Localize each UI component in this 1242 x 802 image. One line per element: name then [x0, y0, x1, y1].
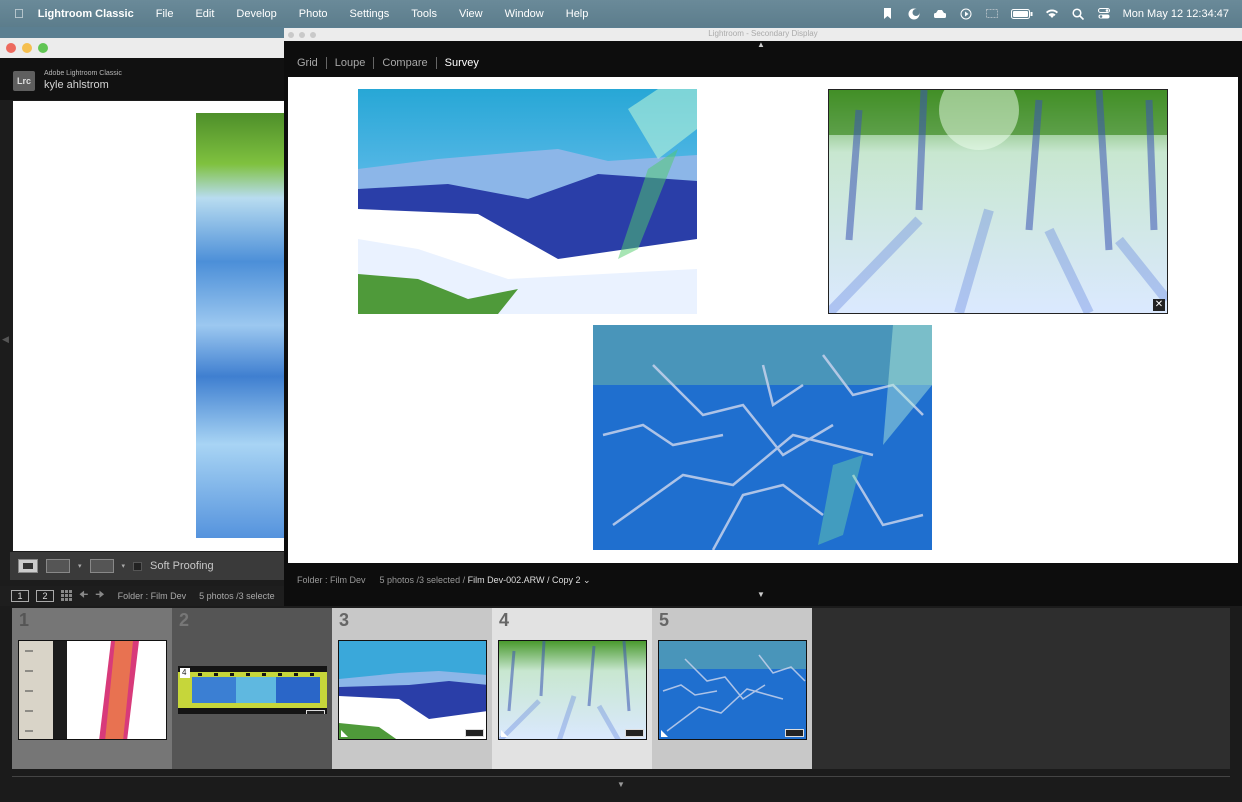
main-window-titlebar	[0, 38, 290, 58]
menubar-clock[interactable]: Mon May 12 12:34:47	[1123, 8, 1229, 20]
secondary-screen-button[interactable]: 2	[36, 590, 54, 602]
cell-index-number: 5	[659, 610, 670, 630]
badge-icon	[625, 729, 644, 737]
view-mode-survey[interactable]: Survey	[435, 57, 487, 69]
menu-tools[interactable]: Tools	[411, 8, 437, 20]
filmstrip-cell-2[interactable]: 2 4	[172, 608, 332, 769]
menu-file[interactable]: File	[156, 8, 174, 20]
badge-icon	[785, 729, 804, 737]
menu-bar:  Lightroom Classic File Edit Develop Ph…	[0, 0, 1242, 27]
grid-view-icon[interactable]	[61, 589, 72, 603]
thumbnail-blue-branches[interactable]	[658, 640, 807, 740]
next-arrow-icon[interactable]: 🠊	[95, 588, 104, 605]
survey-canvas: ✕	[288, 77, 1238, 563]
menu-develop[interactable]: Develop	[236, 8, 276, 20]
snowy-forest-photo	[829, 90, 1167, 313]
bookmark-icon[interactable]	[881, 8, 895, 20]
soft-proofing-checkbox[interactable]	[133, 561, 143, 571]
filmstrip-nav: 1 2 🠈 🠊 Folder : Film Dev 5 photos /3 se…	[0, 586, 290, 606]
status-filename[interactable]: Film Dev-002.ARW / Copy 2 ⌄	[468, 575, 591, 585]
apple-menu-icon[interactable]: 	[14, 6, 24, 21]
menu-edit[interactable]: Edit	[195, 8, 214, 20]
survey-photo[interactable]	[358, 89, 697, 314]
search-icon[interactable]	[1071, 7, 1085, 20]
user-name: kyle ahlstrom	[44, 79, 109, 91]
cell-index-number: 1	[19, 610, 30, 630]
badge-icon	[465, 729, 484, 737]
before-after-button[interactable]	[89, 559, 114, 573]
control-center-icon[interactable]	[1097, 8, 1111, 20]
filmstrip-divider	[12, 776, 1230, 777]
left-panel-toggle-icon[interactable]: ◀	[2, 334, 9, 345]
status-folder[interactable]: Folder : Film Dev	[297, 575, 366, 586]
cell-index-number: 4	[499, 610, 510, 630]
loupe-canvas[interactable]	[13, 101, 285, 551]
compare-view-button[interactable]	[46, 559, 70, 573]
menu-window[interactable]: Window	[505, 8, 544, 20]
photo-count-label: 5 photos /3 selecte	[199, 591, 275, 601]
badge-icon	[306, 710, 325, 714]
filmstrip-cell-3[interactable]: 3	[332, 608, 492, 769]
survey-photo[interactable]	[593, 325, 932, 550]
before-after-dropdown-icon[interactable]: ▾	[122, 562, 126, 570]
wifi-icon[interactable]	[1045, 8, 1059, 20]
cell-index-number: 2	[179, 610, 190, 630]
close-window-button[interactable]	[6, 43, 16, 53]
main-screen-button[interactable]: 1	[11, 590, 29, 602]
status-count: 5 photos /3 selected /	[379, 575, 466, 585]
bottom-panel-toggle-icon[interactable]: ▼	[757, 590, 765, 599]
identity-plate: Lrc Adobe Lightroom Classic kyle ahlstro…	[0, 58, 290, 100]
screen-mirror-icon[interactable]	[985, 8, 999, 20]
menu-help[interactable]: Help	[566, 8, 589, 20]
battery-icon[interactable]	[1010, 8, 1033, 20]
menu-view[interactable]: View	[459, 8, 483, 20]
secondary-window-title: Lightroom - Secondary Display	[708, 29, 818, 38]
secondary-display-window: Lightroom - Secondary Display ▲ Grid Lou…	[284, 28, 1242, 606]
loupe-view-button[interactable]	[18, 559, 38, 573]
top-panel-toggle-icon[interactable]: ▲	[757, 40, 765, 49]
menu-settings[interactable]: Settings	[350, 8, 390, 20]
menu-photo[interactable]: Photo	[299, 8, 328, 20]
filmstrip-cell-5[interactable]: 5	[652, 608, 812, 769]
thumbnail-snow-forest[interactable]	[498, 640, 647, 740]
moon-icon[interactable]	[907, 8, 921, 20]
minimize-window-button[interactable]	[22, 43, 32, 53]
view-mode-bar: Grid Loupe Compare Survey	[297, 57, 487, 69]
filmstrip-cell-4[interactable]: 4	[492, 608, 652, 769]
brand-label: Adobe Lightroom Classic	[44, 70, 122, 77]
frame-number-label: 4	[182, 668, 187, 677]
zoom-window-button[interactable]	[38, 43, 48, 53]
app-menu[interactable]: Lightroom Classic	[38, 8, 134, 20]
filmstrip-toggle-icon[interactable]: ▼	[617, 780, 625, 789]
view-mode-compare[interactable]: Compare	[373, 57, 435, 69]
compare-dropdown-icon[interactable]: ▾	[78, 562, 82, 570]
lrc-logo: Lrc	[13, 71, 35, 91]
filmstrip-cell-1[interactable]: 1	[12, 608, 172, 769]
thumbnail-film-strip[interactable]: 4	[178, 666, 327, 714]
main-loupe-photo	[196, 113, 285, 538]
previous-arrow-icon[interactable]: 🠈	[79, 588, 88, 605]
blue-branches-photo	[593, 325, 932, 550]
mountain-valley-photo	[358, 89, 697, 314]
secondary-status-bar: Folder : Film Dev 5 photos /3 selected /…	[297, 575, 591, 586]
view-mode-grid[interactable]: Grid	[297, 57, 326, 69]
source-label[interactable]: Folder : Film Dev	[118, 591, 187, 601]
car-icon[interactable]	[933, 8, 947, 20]
thumbnail-mountain[interactable]	[338, 640, 487, 740]
soft-proofing-label: Soft Proofing	[150, 560, 214, 572]
main-toolbar: ▾ ▾ Soft Proofing	[10, 552, 290, 580]
reject-close-icon[interactable]: ✕	[1153, 299, 1165, 311]
view-mode-loupe[interactable]: Loupe	[325, 57, 374, 69]
thumbnail-film-scan[interactable]	[18, 640, 167, 740]
survey-photo-selected[interactable]: ✕	[828, 89, 1168, 314]
play-icon[interactable]	[959, 8, 973, 20]
cell-index-number: 3	[339, 610, 350, 630]
filmstrip: 1 2 4 3 4 5	[12, 608, 1230, 769]
